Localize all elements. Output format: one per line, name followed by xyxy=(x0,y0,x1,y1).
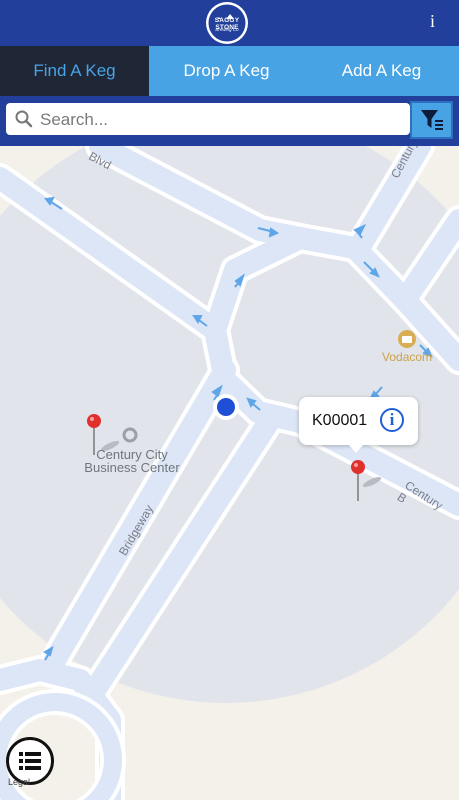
search-field[interactable] xyxy=(6,103,410,135)
legal-link[interactable]: Legal xyxy=(8,777,30,787)
tab-label: Drop A Keg xyxy=(183,61,270,80)
app-header: SAGGY STONE Brewing Co i xyxy=(0,0,459,46)
vodacom-label: Vodacom xyxy=(382,350,433,364)
logo-subtext: Brewing Co xyxy=(215,27,239,32)
search-input[interactable] xyxy=(38,105,402,135)
callout-tail xyxy=(348,444,364,453)
info-icon[interactable]: i xyxy=(380,408,404,432)
tab-label: Find A Keg xyxy=(33,61,116,80)
filter-button[interactable] xyxy=(410,101,453,139)
search-icon xyxy=(15,110,33,128)
map-canvas xyxy=(0,146,459,800)
tab-find-a-keg[interactable]: Find A Keg xyxy=(0,46,149,96)
tab-drop-a-keg[interactable]: Drop A Keg xyxy=(149,46,304,96)
tab-add-a-keg[interactable]: Add A Keg xyxy=(304,46,459,96)
brand-logo: SAGGY STONE Brewing Co xyxy=(203,0,251,46)
poi-label: Century City Business Center xyxy=(84,448,180,474)
tab-bar: Find A Keg Drop A Keg Add A Keg xyxy=(0,46,459,96)
keg-callout[interactable]: K00001 i xyxy=(299,397,418,453)
search-bar xyxy=(0,96,459,146)
poi-name-line2: Business Center xyxy=(84,460,180,475)
info-icon[interactable]: i xyxy=(430,11,435,32)
filter-icon xyxy=(421,110,443,130)
keg-id-label: K00001 xyxy=(312,412,368,429)
tab-label: Add A Keg xyxy=(341,61,422,80)
map-view[interactable]: Blvd Century Bridgeway Century B Century… xyxy=(0,146,459,800)
list-icon xyxy=(19,752,41,770)
